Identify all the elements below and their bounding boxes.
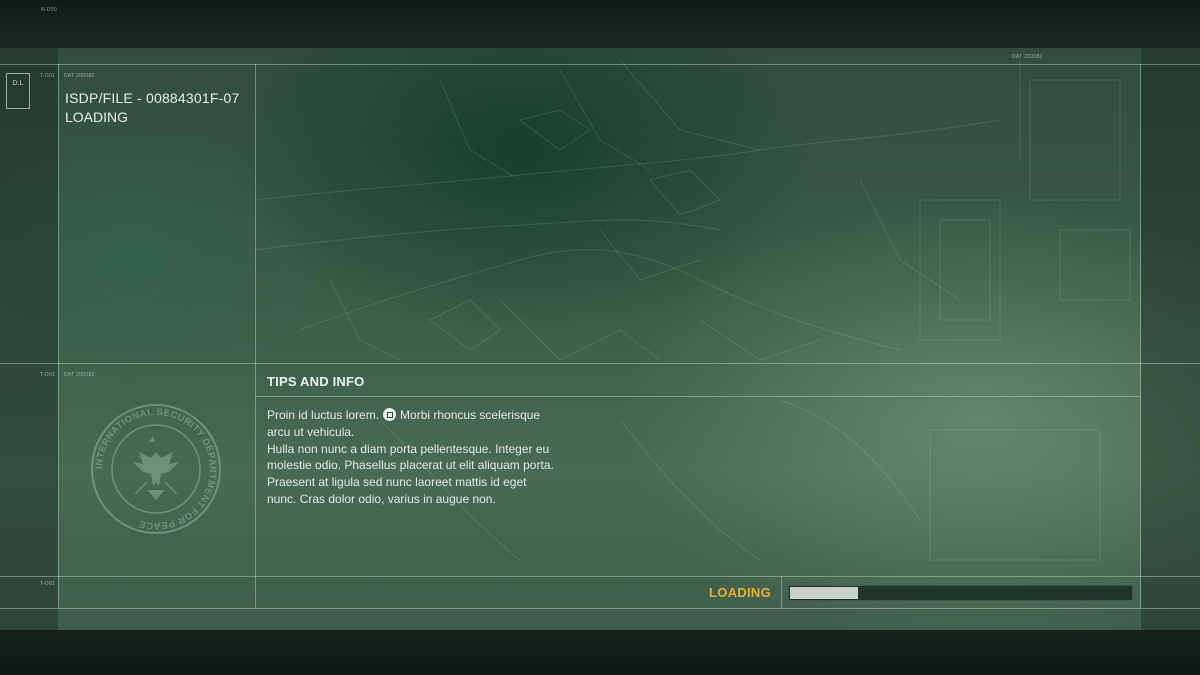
- tips-title: TIPS AND INFO: [267, 374, 365, 389]
- top-bar: [0, 0, 1200, 48]
- frame-line-panel: [255, 64, 256, 608]
- dat-code-3: DAT 200082: [1012, 54, 1043, 60]
- dl-badge: D.L: [6, 73, 30, 109]
- loading-progress-bar: [788, 585, 1133, 601]
- tips-line-5: Praesent at ligula sed nunc laoreet matt…: [267, 475, 527, 490]
- frame-line-middle: [0, 363, 1200, 364]
- frame-line-bottom: [0, 608, 1200, 609]
- tips-line-6: nunc. Cras dolor odio, varius in augue n…: [267, 491, 496, 506]
- row-code-1: T-D01: [40, 73, 56, 79]
- frame-line-lower: [0, 576, 1200, 577]
- loading-progress-fill: [790, 587, 858, 599]
- frame-line-right: [1140, 64, 1141, 608]
- tips-line-3: Hulla non nunc a diam porta pellentesque…: [267, 441, 550, 456]
- frame-line-top: [0, 64, 1200, 65]
- dat-code-1: DAT 200082: [64, 73, 95, 79]
- tips-line-1-start: Proin id luctus lorem.: [267, 408, 380, 422]
- eagle-icon: [133, 436, 179, 500]
- row-code-2: T-D01: [40, 372, 56, 378]
- dl-label: D.L: [12, 80, 24, 87]
- tips-line-1: Proin id luctus lorem. Morbi rhoncus scel…: [267, 407, 597, 424]
- security-department-seal: INTERNATIONAL SECURITY DEPARTMENT FOR PE…: [91, 404, 221, 534]
- file-status: LOADING: [65, 109, 129, 125]
- dat-code-2: DAT 200082: [64, 372, 95, 378]
- frame-line-loading: [781, 576, 782, 608]
- frame-line-tips: [255, 396, 1141, 397]
- square-button-icon: [383, 408, 397, 421]
- tips-line-2: arcu ut vehicula.: [267, 424, 355, 439]
- frame-line-left: [58, 64, 59, 608]
- tips-line-1-end: Morbi rhoncus scelerisque: [400, 408, 541, 422]
- top-code: N-D00: [41, 7, 57, 13]
- row-code-3: T-D01: [40, 581, 56, 587]
- bottom-bar: [0, 630, 1200, 675]
- left-rail: [0, 48, 58, 630]
- loading-label: LOADING: [708, 585, 771, 600]
- file-title: ISDP/FILE - 00884301F-07: [65, 90, 240, 106]
- tips-line-4: molestie odio. Phasellus placerat ut eli…: [267, 458, 554, 473]
- tips-body: Proin id luctus lorem. Morbi rhoncus scel…: [267, 407, 597, 508]
- right-rail: [1141, 48, 1200, 630]
